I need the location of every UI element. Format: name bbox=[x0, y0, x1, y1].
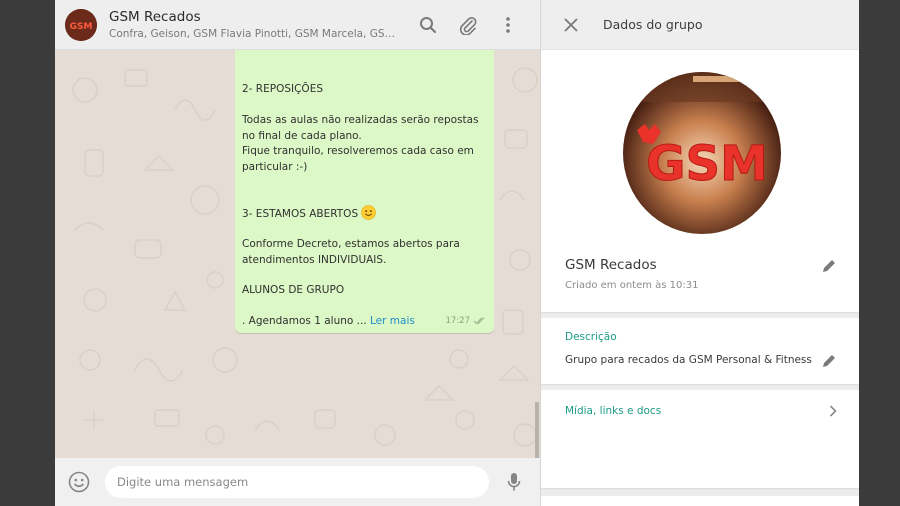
group-created-date: Criado em ontem às 10:31 bbox=[565, 280, 699, 291]
message-meta: 17:27 bbox=[446, 314, 487, 330]
message-bubble[interactable]: 2- REPOSIÇÕES Todas as aulas não realiza… bbox=[235, 50, 494, 333]
message-line: ALUNOS DE GRUPO bbox=[242, 284, 345, 296]
message-composer bbox=[55, 458, 540, 506]
media-links-docs-item[interactable]: Mídia, links e docs bbox=[541, 390, 859, 488]
next-card bbox=[541, 496, 859, 506]
pencil-icon bbox=[823, 355, 835, 367]
media-label: Mídia, links e docs bbox=[565, 405, 662, 417]
microphone-icon bbox=[507, 473, 521, 491]
group-info-panel: Dados do grupo GSM GSM Recados Criado em… bbox=[541, 0, 859, 506]
chat-title: GSM Recados bbox=[109, 9, 201, 25]
description-card: Descrição Grupo para recados da GSM Pers… bbox=[541, 318, 859, 384]
info-title: Dados do grupo bbox=[603, 17, 703, 32]
chat-scrollbar[interactable] bbox=[535, 402, 539, 458]
emoji-button[interactable] bbox=[67, 470, 91, 494]
message-line: Fique tranquilo, resolveremos cada caso … bbox=[242, 145, 474, 173]
close-button[interactable] bbox=[561, 15, 581, 35]
group-profile-card: GSM GSM Recados Criado em ontem às 10:31 bbox=[541, 50, 859, 312]
chat-panel: GSM GSM Recados Confra, Geison, GSM Flav… bbox=[55, 0, 541, 506]
edit-description-button[interactable] bbox=[821, 353, 837, 369]
message-input[interactable] bbox=[105, 466, 489, 498]
chat-header-info[interactable]: GSM Recados Confra, Geison, GSM Flavia P… bbox=[109, 9, 409, 40]
info-header: Dados do grupo bbox=[541, 0, 859, 50]
message-heading: 3- ESTAMOS ABERTOS bbox=[242, 205, 487, 223]
double-check-icon bbox=[473, 317, 485, 325]
smiley-emoji-icon bbox=[361, 205, 377, 220]
description-label: Descrição bbox=[565, 331, 617, 343]
message-line: . Agendamos 1 aluno ... bbox=[242, 315, 367, 327]
attach-button[interactable] bbox=[457, 14, 479, 36]
avatar-text: GSM bbox=[70, 22, 93, 32]
message-line: 3- ESTAMOS ABERTOS bbox=[242, 208, 359, 220]
group-name: GSM Recados bbox=[565, 257, 657, 273]
message-line: 2- REPOSIÇÕES bbox=[242, 83, 323, 95]
menu-button[interactable] bbox=[497, 14, 519, 36]
chat-header[interactable]: GSM GSM Recados Confra, Geison, GSM Flav… bbox=[55, 0, 540, 50]
whatsapp-web-window: GSM GSM Recados Confra, Geison, GSM Flav… bbox=[55, 0, 859, 506]
paperclip-icon bbox=[459, 17, 477, 35]
group-photo[interactable]: GSM bbox=[623, 72, 781, 234]
close-icon bbox=[564, 17, 578, 32]
menu-dots-icon bbox=[506, 17, 510, 33]
chevron-right-icon bbox=[827, 404, 839, 418]
edit-name-button[interactable] bbox=[821, 258, 837, 274]
message-time: 17:27 bbox=[445, 315, 471, 326]
search-button[interactable] bbox=[417, 14, 439, 36]
search-icon bbox=[420, 17, 437, 34]
message-line: Todas as aulas não realizadas serão repo… bbox=[242, 114, 479, 142]
avatar[interactable]: GSM bbox=[65, 8, 97, 41]
emoji-icon bbox=[68, 471, 90, 493]
chat-header-actions bbox=[417, 14, 519, 36]
photo-logo-text: GSM bbox=[646, 136, 768, 192]
gsm-logo-photo: GSM bbox=[623, 72, 781, 234]
message-line: Conforme Decreto, estamos abertos para a… bbox=[242, 238, 460, 266]
description-text: Grupo para recados da GSM Personal & Fit… bbox=[565, 354, 812, 366]
pencil-icon bbox=[823, 260, 835, 272]
read-more-link[interactable]: Ler mais bbox=[370, 315, 415, 327]
voice-message-button[interactable] bbox=[502, 470, 526, 494]
gsm-logo-icon: GSM bbox=[65, 8, 97, 41]
chat-participants: Confra, Geison, GSM Flavia Pinotti, GSM … bbox=[109, 28, 404, 40]
